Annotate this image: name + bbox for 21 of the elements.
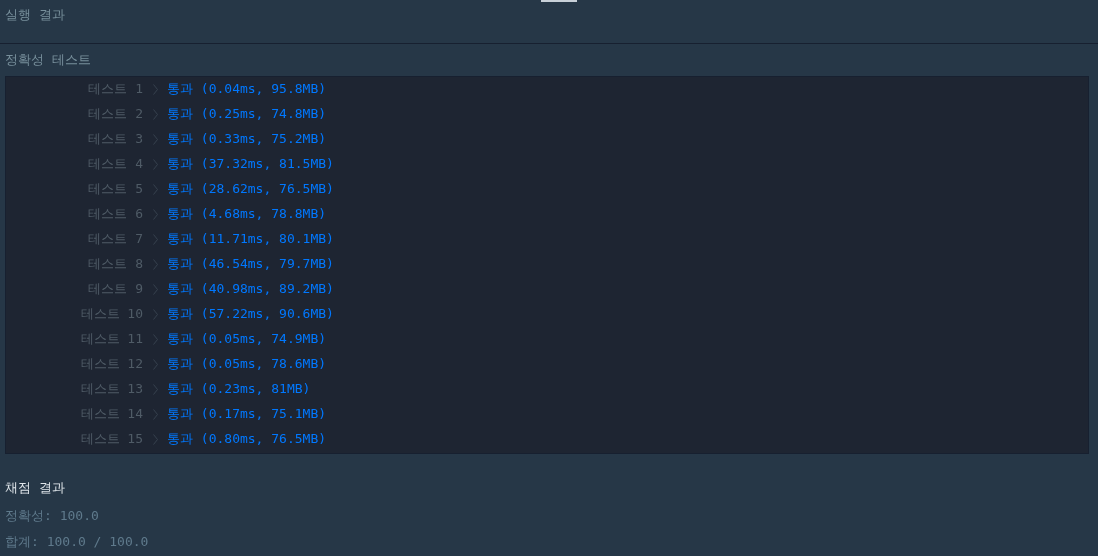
test-result: 통과 (0.17ms, 75.1MB) — [167, 405, 327, 424]
test-result: 통과 (57.22ms, 90.6MB) — [167, 305, 334, 324]
section-title: 정확성 테스트 — [5, 51, 92, 69]
test-result: 통과 (28.62ms, 76.5MB) — [167, 180, 334, 199]
test-result: 통과 (0.23ms, 81MB) — [167, 380, 311, 399]
test-result: 통과 (37.32ms, 81.5MB) — [167, 155, 334, 174]
test-result: 통과 (4.68ms, 78.8MB) — [167, 205, 327, 224]
drag-handle[interactable] — [541, 0, 577, 2]
test-result: 통과 (46.54ms, 79.7MB) — [167, 255, 334, 274]
score-line: 합계: 100.0 / 100.0 — [5, 532, 150, 551]
section-title: 채점 결과 — [5, 478, 66, 497]
score-line: 정확성: 100.0 — [5, 507, 100, 525]
test-result: 통과 (11.71ms, 80.1MB) — [167, 230, 334, 249]
test-result: 통과 (0.05ms, 78.6MB) — [167, 355, 327, 374]
panel-title: 실행 결과 — [5, 6, 65, 24]
test-result: 통과 (0.05ms, 74.9MB) — [167, 330, 327, 349]
test-result: 통과 (0.33ms, 75.2MB) — [167, 130, 327, 149]
test-result: 통과 (40.98ms, 89.2MB) — [167, 280, 334, 299]
test-result: 통과 (0.25ms, 74.8MB) — [167, 105, 327, 124]
test-result: 통과 (0.80ms, 76.5MB) — [167, 430, 327, 449]
test-result: 통과 (0.04ms, 95.8MB) — [167, 80, 327, 99]
